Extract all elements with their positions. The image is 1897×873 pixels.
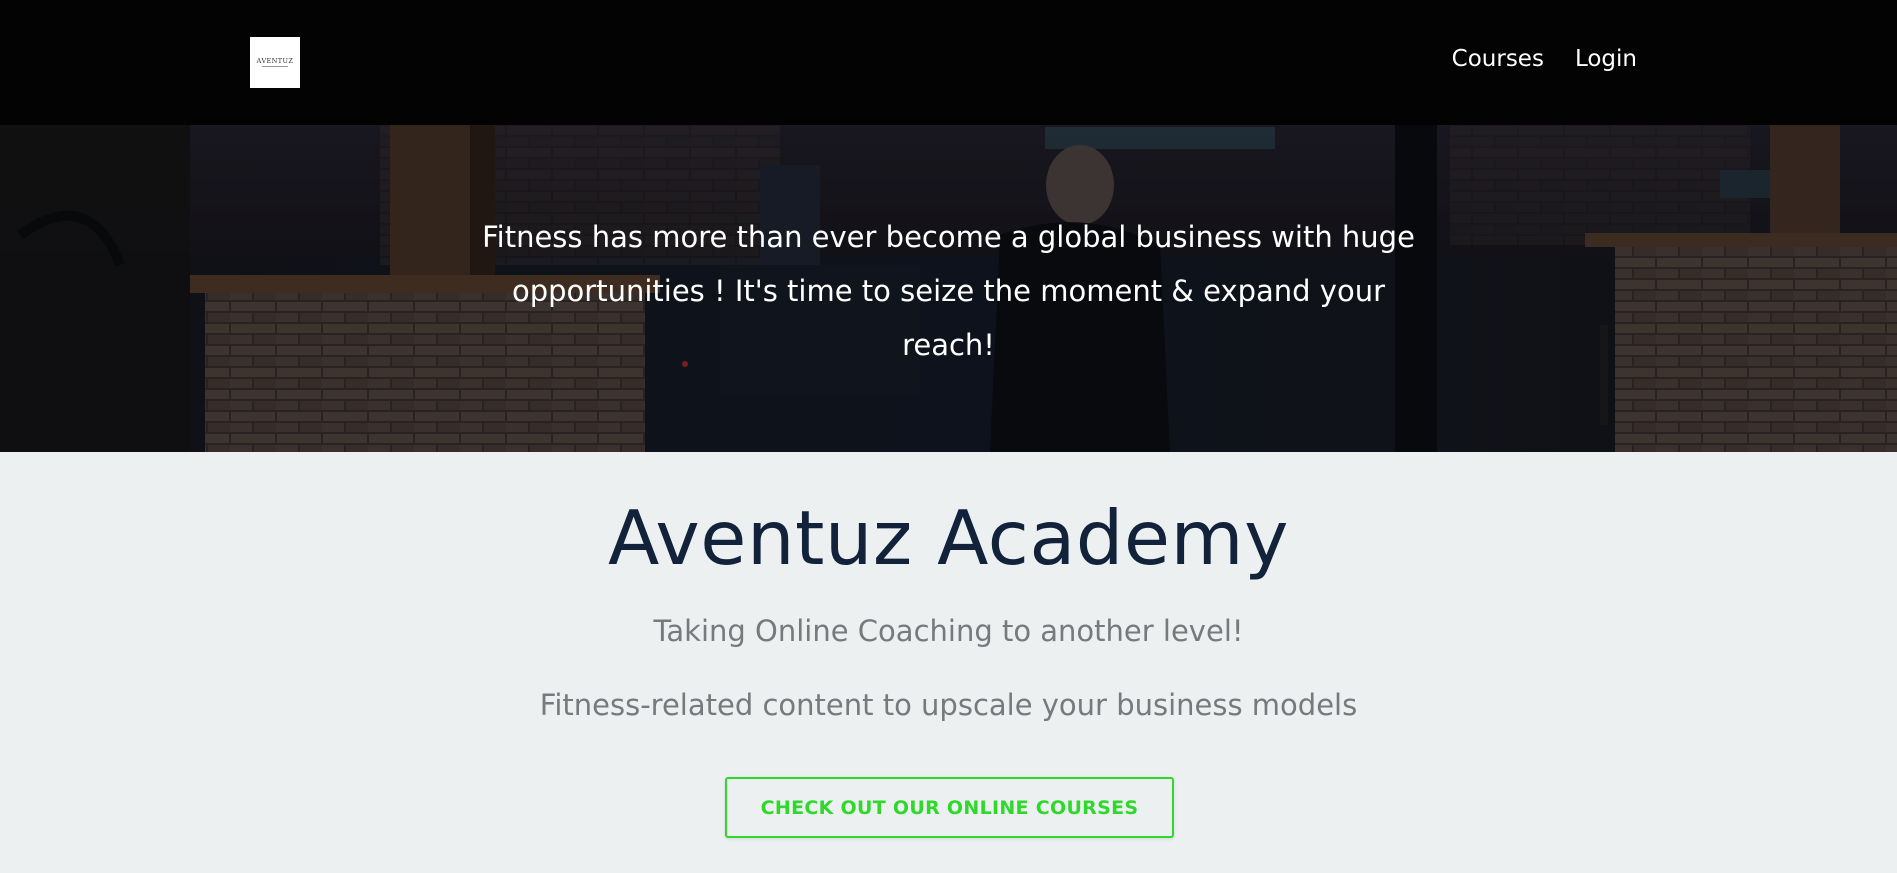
page-tagline: Fitness-related content to upscale your … (539, 688, 1358, 722)
page-title: Aventuz Academy (608, 494, 1289, 582)
logo-underline (261, 66, 288, 68)
hero-banner: Fitness has more than ever become a glob… (0, 125, 1897, 452)
top-navbar: AVENTUZ Courses Login (0, 0, 1897, 125)
page-subtitle: Taking Online Coaching to another level! (653, 614, 1244, 648)
academy-intro: Aventuz Academy Taking Online Coaching t… (0, 452, 1897, 873)
online-courses-button[interactable]: CHECK OUT OUR ONLINE COURSES (725, 777, 1174, 838)
nav-link-courses[interactable]: Courses (1452, 46, 1544, 74)
logo-mark: AVENTUZ (257, 58, 294, 68)
brand-logo[interactable]: AVENTUZ (250, 37, 300, 88)
nav-link-login[interactable]: Login (1575, 46, 1637, 74)
main-nav: Courses Login (1452, 46, 1637, 74)
logo-wordmark: AVENTUZ (256, 56, 294, 65)
hero-tagline: Fitness has more than ever become a glob… (482, 220, 1415, 362)
